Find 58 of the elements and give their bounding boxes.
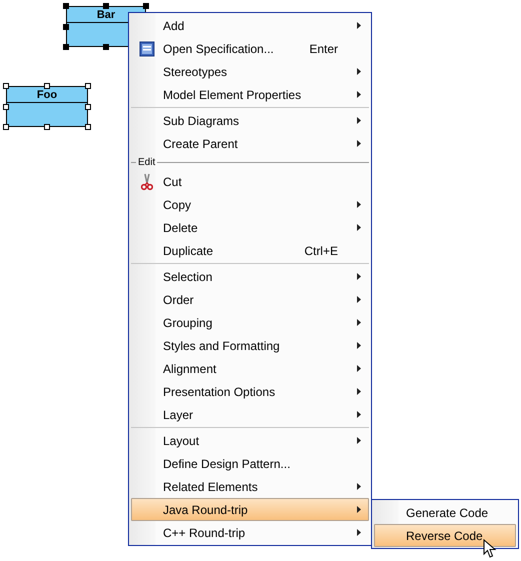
resize-handle[interactable] bbox=[103, 44, 109, 50]
submenu-arrow-icon bbox=[357, 117, 361, 124]
resize-handle[interactable] bbox=[44, 124, 50, 130]
menu-item[interactable]: Order bbox=[131, 288, 369, 311]
menu-item[interactable]: C++ Round-trip bbox=[131, 521, 369, 544]
resize-handle[interactable] bbox=[3, 104, 9, 110]
submenu-arrow-icon bbox=[357, 388, 361, 395]
menu-item[interactable]: Selection bbox=[131, 265, 369, 288]
submenu-arrow-icon bbox=[357, 201, 361, 208]
resize-handle[interactable] bbox=[103, 3, 109, 9]
menu-item[interactable]: Presentation Options bbox=[131, 380, 369, 403]
menu-item[interactable]: Grouping bbox=[131, 311, 369, 334]
menu-item[interactable]: Java Round-trip bbox=[131, 498, 369, 521]
resize-handle[interactable] bbox=[63, 3, 69, 9]
submenu-arrow-icon bbox=[357, 365, 361, 372]
menu-item[interactable]: Generate Code bbox=[374, 501, 516, 524]
resize-handle[interactable] bbox=[63, 24, 69, 30]
menu-item[interactable]: Related Elements bbox=[131, 475, 369, 498]
submenu-arrow-icon bbox=[357, 506, 361, 513]
resize-handle[interactable] bbox=[3, 124, 9, 130]
submenu-arrow-icon bbox=[357, 140, 361, 147]
submenu-arrow-icon bbox=[357, 529, 361, 536]
submenu-arrow-icon bbox=[357, 483, 361, 490]
submenu-arrow-icon bbox=[357, 437, 361, 444]
menu-item[interactable]: Duplicate Ctrl+E bbox=[131, 239, 369, 262]
menu-item[interactable]: Delete bbox=[131, 216, 369, 239]
resize-handle[interactable] bbox=[85, 83, 91, 89]
menu-item[interactable]: Model Element Properties bbox=[131, 83, 369, 106]
submenu-arrow-icon bbox=[357, 319, 361, 326]
menu-item[interactable]: Define Design Pattern... bbox=[131, 452, 369, 475]
submenu-arrow-icon bbox=[357, 22, 361, 29]
menu-section-label: Edit bbox=[138, 157, 156, 168]
resize-handle[interactable] bbox=[85, 104, 91, 110]
resize-handle[interactable] bbox=[85, 124, 91, 130]
menu-item[interactable]: Reverse Code bbox=[374, 524, 516, 547]
submenu-arrow-icon bbox=[357, 273, 361, 280]
menu-item[interactable]: Styles and Formatting bbox=[131, 334, 369, 357]
submenu-arrow-icon bbox=[357, 224, 361, 231]
scissors-icon bbox=[140, 172, 152, 190]
submenu-arrow-icon bbox=[357, 296, 361, 303]
submenu-arrow-icon bbox=[357, 91, 361, 98]
resize-handle[interactable] bbox=[44, 83, 50, 89]
resize-handle[interactable] bbox=[143, 3, 149, 9]
menu-item[interactable]: Stereotypes bbox=[131, 60, 369, 83]
submenu-arrow-icon bbox=[357, 342, 361, 349]
menu-item[interactable]: Cut bbox=[131, 170, 369, 193]
class-shape[interactable]: Foo bbox=[6, 86, 88, 127]
menu-item[interactable]: Sub Diagrams bbox=[131, 109, 369, 132]
resize-handle[interactable] bbox=[3, 83, 9, 89]
submenu-arrow-icon bbox=[357, 411, 361, 418]
menu-item[interactable]: Alignment bbox=[131, 357, 369, 380]
menu-item[interactable]: Layer bbox=[131, 403, 369, 426]
menu-item[interactable]: Copy bbox=[131, 193, 369, 216]
menu-item[interactable]: Layout bbox=[131, 429, 369, 452]
menu-item[interactable]: Create Parent bbox=[131, 132, 369, 155]
submenu-arrow-icon bbox=[357, 68, 361, 75]
resize-handle[interactable] bbox=[63, 44, 69, 50]
document-icon bbox=[138, 40, 154, 56]
